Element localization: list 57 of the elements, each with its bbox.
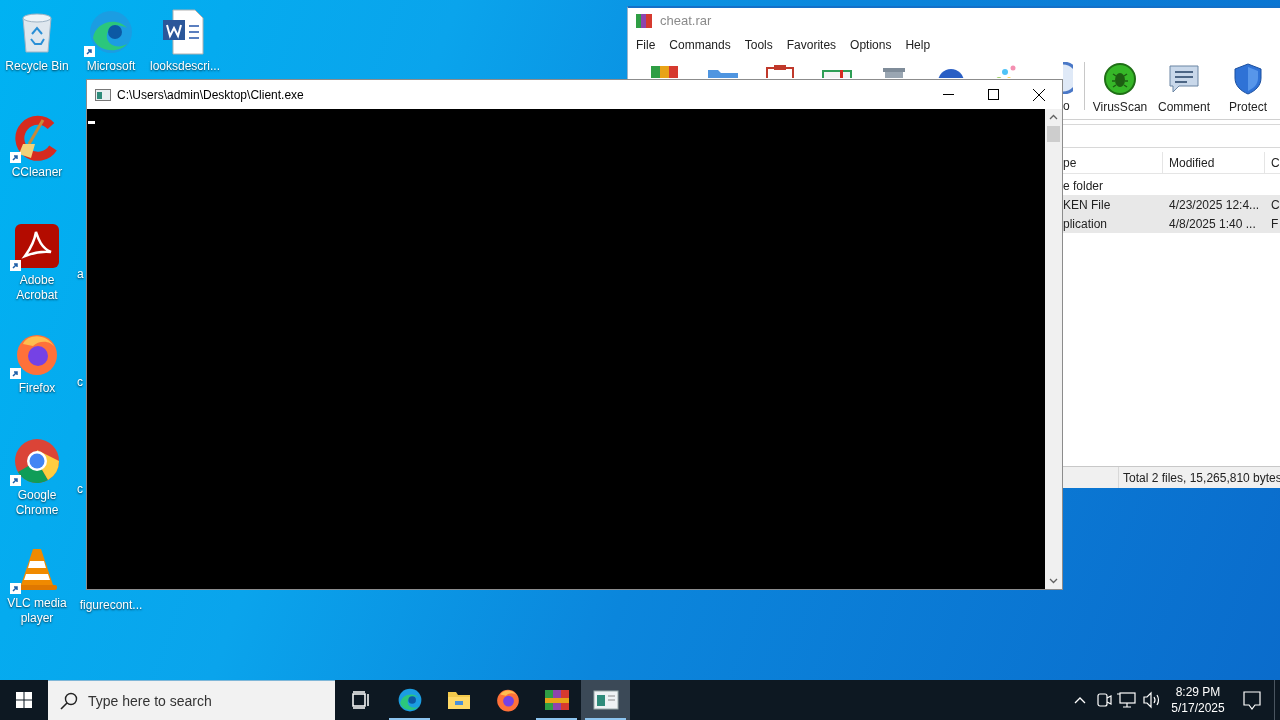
shortcut-arrow-icon (10, 475, 21, 486)
edge-icon (87, 8, 135, 56)
menu-item[interactable]: Favorites (786, 37, 837, 53)
shield-icon (1231, 62, 1265, 96)
file-row[interactable]: plication 4/8/2025 1:40 ... F (1063, 214, 1280, 233)
desktop-icon-label: a (77, 267, 84, 282)
toolbar-label: o (1063, 98, 1070, 114)
clock[interactable]: 8:29 PM 5/17/2025 (1166, 684, 1230, 716)
search-bar[interactable]: Type here to search (48, 680, 335, 720)
shortcut-arrow-icon (10, 583, 21, 594)
shortcut-arrow-icon (10, 368, 21, 379)
column-header[interactable]: Modified (1163, 152, 1265, 173)
desktop-icon-label: figurecont... (78, 598, 144, 613)
scrollbar[interactable] (1045, 109, 1062, 589)
table-cell-text: C (1270, 196, 1280, 213)
search-icon (60, 691, 78, 710)
window-title: cheat.rar (660, 12, 712, 31)
scrollbar-thumb[interactable] (1047, 126, 1060, 142)
shortcut-arrow-icon (10, 260, 21, 271)
menu-item[interactable]: Help (905, 37, 931, 53)
menu-item[interactable]: Commands (669, 37, 731, 53)
firefox-icon (494, 687, 521, 713)
window-title: C:\Users\admin\Desktop\Client.exe (117, 86, 304, 103)
edge-icon (396, 687, 423, 713)
file-row[interactable]: KEN File 4/23/2025 12:4... C (1063, 195, 1280, 214)
bug-icon (1103, 62, 1137, 96)
toolbar-button[interactable]: Comment (1155, 62, 1213, 115)
maximize-icon (988, 89, 999, 100)
console-app-icon (592, 689, 619, 711)
shortcut-arrow-icon (84, 46, 95, 57)
shortcut-arrow-icon (10, 152, 21, 163)
taskbar-app-button[interactable] (581, 680, 630, 720)
toolbar-button[interactable]: VirusScan (1091, 62, 1149, 115)
close-icon (1033, 88, 1045, 101)
toolbar-button[interactable]: Protect (1219, 62, 1277, 115)
acrobat-icon (13, 222, 61, 270)
column-header[interactable]: C (1265, 152, 1280, 173)
chrome-icon (13, 437, 61, 485)
archive-books-icon (636, 13, 652, 29)
table-cell-text: e folder (1063, 177, 1105, 194)
search-field[interactable]: Type here to search (88, 690, 308, 711)
console-app-icon (95, 86, 111, 103)
windows-logo-icon (16, 692, 32, 708)
archive-books-icon (543, 688, 570, 712)
table-cell-text: KEN File (1063, 196, 1112, 213)
table-cell-text: plication (1063, 215, 1109, 232)
table-cell-text: F (1270, 215, 1279, 232)
folder-icon (446, 689, 471, 711)
desktop-icon-label: c (77, 482, 83, 497)
menu-item[interactable]: Tools (744, 37, 773, 53)
table-cell-text: 4/8/2025 1:40 ... (1168, 215, 1257, 232)
table-cell-text: 4/23/2025 12:4... (1168, 196, 1261, 213)
menu-item[interactable]: Options (850, 37, 892, 53)
desktop-icon-label: c (77, 375, 83, 390)
clipboard-icon[interactable] (763, 62, 797, 78)
menu-item[interactable]: File (636, 37, 656, 53)
task-view-icon (350, 690, 371, 710)
